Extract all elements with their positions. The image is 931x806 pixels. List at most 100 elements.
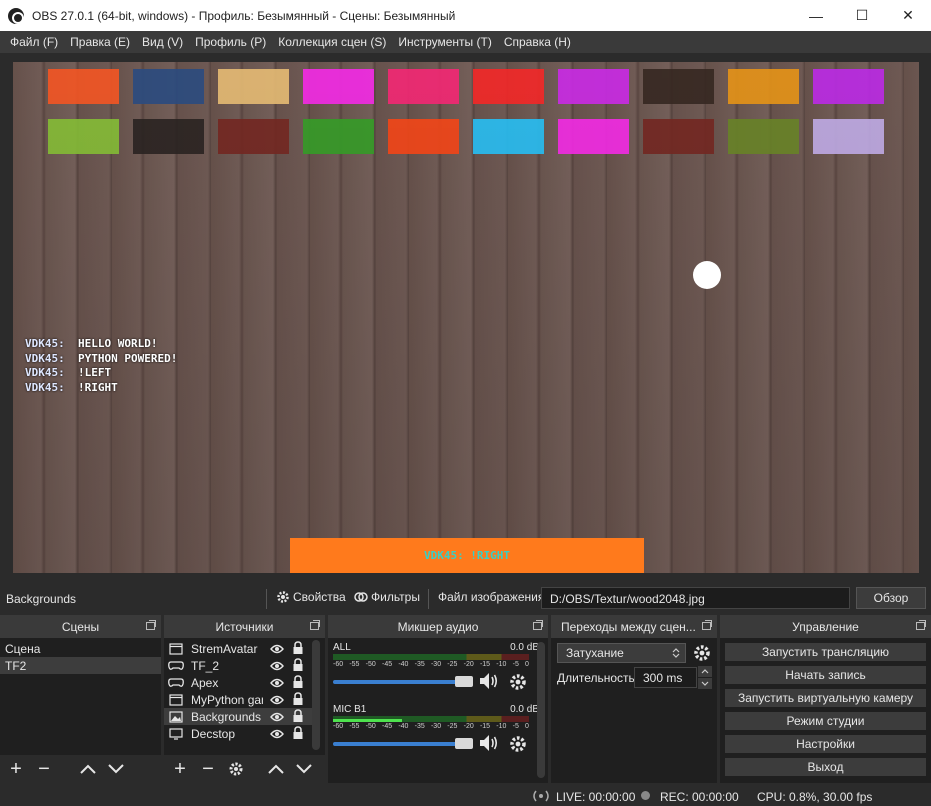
menu-profile[interactable]: Профиль (P) bbox=[189, 35, 272, 49]
lock-icon[interactable] bbox=[292, 658, 304, 672]
close-button[interactable]: ✕ bbox=[885, 0, 931, 31]
meter-scale: -60 -55 -50 -45 -40 -35 -30 -25 -20 -15 -10 -5 0 bbox=[333, 723, 529, 731]
brick bbox=[133, 69, 204, 104]
meter-tick-label: -30 bbox=[430, 661, 442, 668]
menu-edit[interactable]: Правка (E) bbox=[64, 35, 136, 49]
lock-icon[interactable] bbox=[292, 709, 304, 723]
lock-icon[interactable] bbox=[292, 641, 304, 655]
lock-icon[interactable] bbox=[292, 726, 304, 740]
gear-icon bbox=[277, 591, 289, 603]
meter-tick-label: -30 bbox=[430, 723, 442, 730]
undock-icon[interactable] bbox=[310, 620, 320, 630]
visibility-eye-icon[interactable] bbox=[270, 694, 284, 705]
menu-view[interactable]: Вид (V) bbox=[136, 35, 189, 49]
move-down-button[interactable] bbox=[106, 759, 126, 779]
meter-tick-label: -55 bbox=[349, 661, 360, 668]
toolbar-separator bbox=[428, 589, 429, 609]
chevron-up-icon bbox=[80, 764, 96, 774]
undock-icon[interactable] bbox=[533, 620, 543, 630]
chevron-up-icon bbox=[701, 669, 709, 674]
preview-area: VDK45: HELLO WORLD! VDK45: PYTHON POWERED… bbox=[0, 53, 931, 580]
undock-icon[interactable] bbox=[702, 620, 712, 630]
visibility-eye-icon[interactable] bbox=[270, 677, 284, 688]
mixer-scrollbar[interactable] bbox=[537, 642, 545, 778]
chat-user: VDK45: bbox=[25, 337, 65, 350]
brick bbox=[218, 119, 289, 154]
studio-mode-button[interactable]: Режим студии bbox=[725, 712, 926, 730]
game-ball bbox=[693, 261, 721, 289]
record-dot-icon bbox=[641, 791, 650, 800]
source-properties-button[interactable] bbox=[226, 759, 246, 779]
start-streaming-button[interactable]: Запустить трансляцию bbox=[725, 643, 926, 661]
lock-icon[interactable] bbox=[292, 692, 304, 706]
volume-slider[interactable] bbox=[333, 680, 471, 684]
remove-source-button[interactable]: − bbox=[198, 758, 218, 780]
browse-button[interactable]: Обзор bbox=[856, 587, 926, 609]
meter-tick-label: 0 bbox=[525, 661, 529, 668]
brick bbox=[473, 119, 544, 154]
meter-tick-label: -50 bbox=[365, 723, 376, 730]
menu-scene-collection[interactable]: Коллекция сцен (S) bbox=[272, 35, 392, 49]
window-icon bbox=[167, 693, 185, 706]
transition-select[interactable]: Затухание bbox=[557, 643, 686, 663]
exit-button[interactable]: Выход bbox=[725, 758, 926, 776]
brick bbox=[48, 69, 119, 104]
brick bbox=[388, 69, 459, 104]
transitions-dock-title: Переходы между сцен... bbox=[551, 615, 717, 638]
visibility-eye-icon[interactable] bbox=[270, 728, 284, 739]
visibility-eye-icon[interactable] bbox=[270, 711, 284, 722]
gear-icon[interactable] bbox=[693, 644, 711, 662]
source-item[interactable]: Decstop bbox=[164, 725, 312, 742]
scene-item[interactable]: TF2 bbox=[0, 657, 161, 674]
gear-icon bbox=[229, 762, 243, 776]
remove-scene-button[interactable]: − bbox=[34, 758, 54, 780]
properties-button[interactable]: Свойства bbox=[276, 590, 346, 604]
maximize-button[interactable]: ☐ bbox=[839, 0, 885, 31]
speaker-icon[interactable] bbox=[479, 672, 499, 690]
gear-icon[interactable] bbox=[509, 735, 527, 753]
image-path-field[interactable]: D:/OBS/Textur/wood2048.jpg bbox=[541, 587, 850, 609]
meter-tick-label: -45 bbox=[381, 661, 393, 668]
move-up-button[interactable] bbox=[78, 759, 98, 779]
obs-logo-icon bbox=[8, 7, 24, 24]
gear-icon[interactable] bbox=[509, 673, 527, 691]
source-item[interactable]: Backgrounds bbox=[164, 708, 312, 725]
start-virtual-camera-button[interactable]: Запустить виртуальную камеру bbox=[725, 689, 926, 707]
volume-slider-handle[interactable] bbox=[455, 676, 473, 687]
scene-item[interactable]: Сцена bbox=[0, 640, 161, 657]
source-item[interactable]: MyPython game bbox=[164, 691, 312, 708]
filters-button[interactable]: Фильтры bbox=[354, 590, 420, 604]
duration-decrement[interactable] bbox=[698, 678, 712, 689]
image-icon bbox=[167, 710, 185, 723]
minimize-button[interactable]: — bbox=[793, 0, 839, 31]
source-name: StremAvatar bbox=[191, 641, 258, 656]
speaker-icon[interactable] bbox=[479, 734, 499, 752]
visibility-eye-icon[interactable] bbox=[270, 643, 284, 654]
brick bbox=[48, 119, 119, 154]
meter-tick-label: -15 bbox=[479, 661, 491, 668]
chat-line: VDK45: PYTHON POWERED! bbox=[25, 352, 177, 367]
source-item[interactable]: Apex bbox=[164, 674, 312, 691]
move-down-button[interactable] bbox=[294, 759, 314, 779]
menu-tools[interactable]: Инструменты (T) bbox=[392, 35, 497, 49]
rec-status: REC: 00:00:00 bbox=[660, 790, 739, 804]
visibility-eye-icon[interactable] bbox=[270, 660, 284, 671]
add-source-button[interactable]: + bbox=[170, 758, 190, 780]
menu-help[interactable]: Справка (H) bbox=[498, 35, 577, 49]
undock-icon[interactable] bbox=[916, 620, 926, 630]
undock-icon[interactable] bbox=[146, 620, 156, 630]
settings-button[interactable]: Настройки bbox=[725, 735, 926, 753]
duration-increment[interactable] bbox=[698, 666, 712, 677]
volume-slider[interactable] bbox=[333, 742, 471, 746]
source-item[interactable]: TF_2 bbox=[164, 657, 312, 674]
add-scene-button[interactable]: + bbox=[6, 758, 26, 780]
volume-slider-handle[interactable] bbox=[455, 738, 473, 749]
menu-file[interactable]: Файл (F) bbox=[4, 35, 64, 49]
start-recording-button[interactable]: Начать запись bbox=[725, 666, 926, 684]
sources-scrollbar[interactable] bbox=[312, 640, 320, 750]
move-up-button[interactable] bbox=[266, 759, 286, 779]
duration-field[interactable]: 300 ms bbox=[634, 667, 697, 688]
lock-icon[interactable] bbox=[292, 675, 304, 689]
source-item[interactable]: StremAvatar bbox=[164, 640, 312, 657]
preview-canvas[interactable]: VDK45: HELLO WORLD! VDK45: PYTHON POWERED… bbox=[13, 62, 919, 573]
